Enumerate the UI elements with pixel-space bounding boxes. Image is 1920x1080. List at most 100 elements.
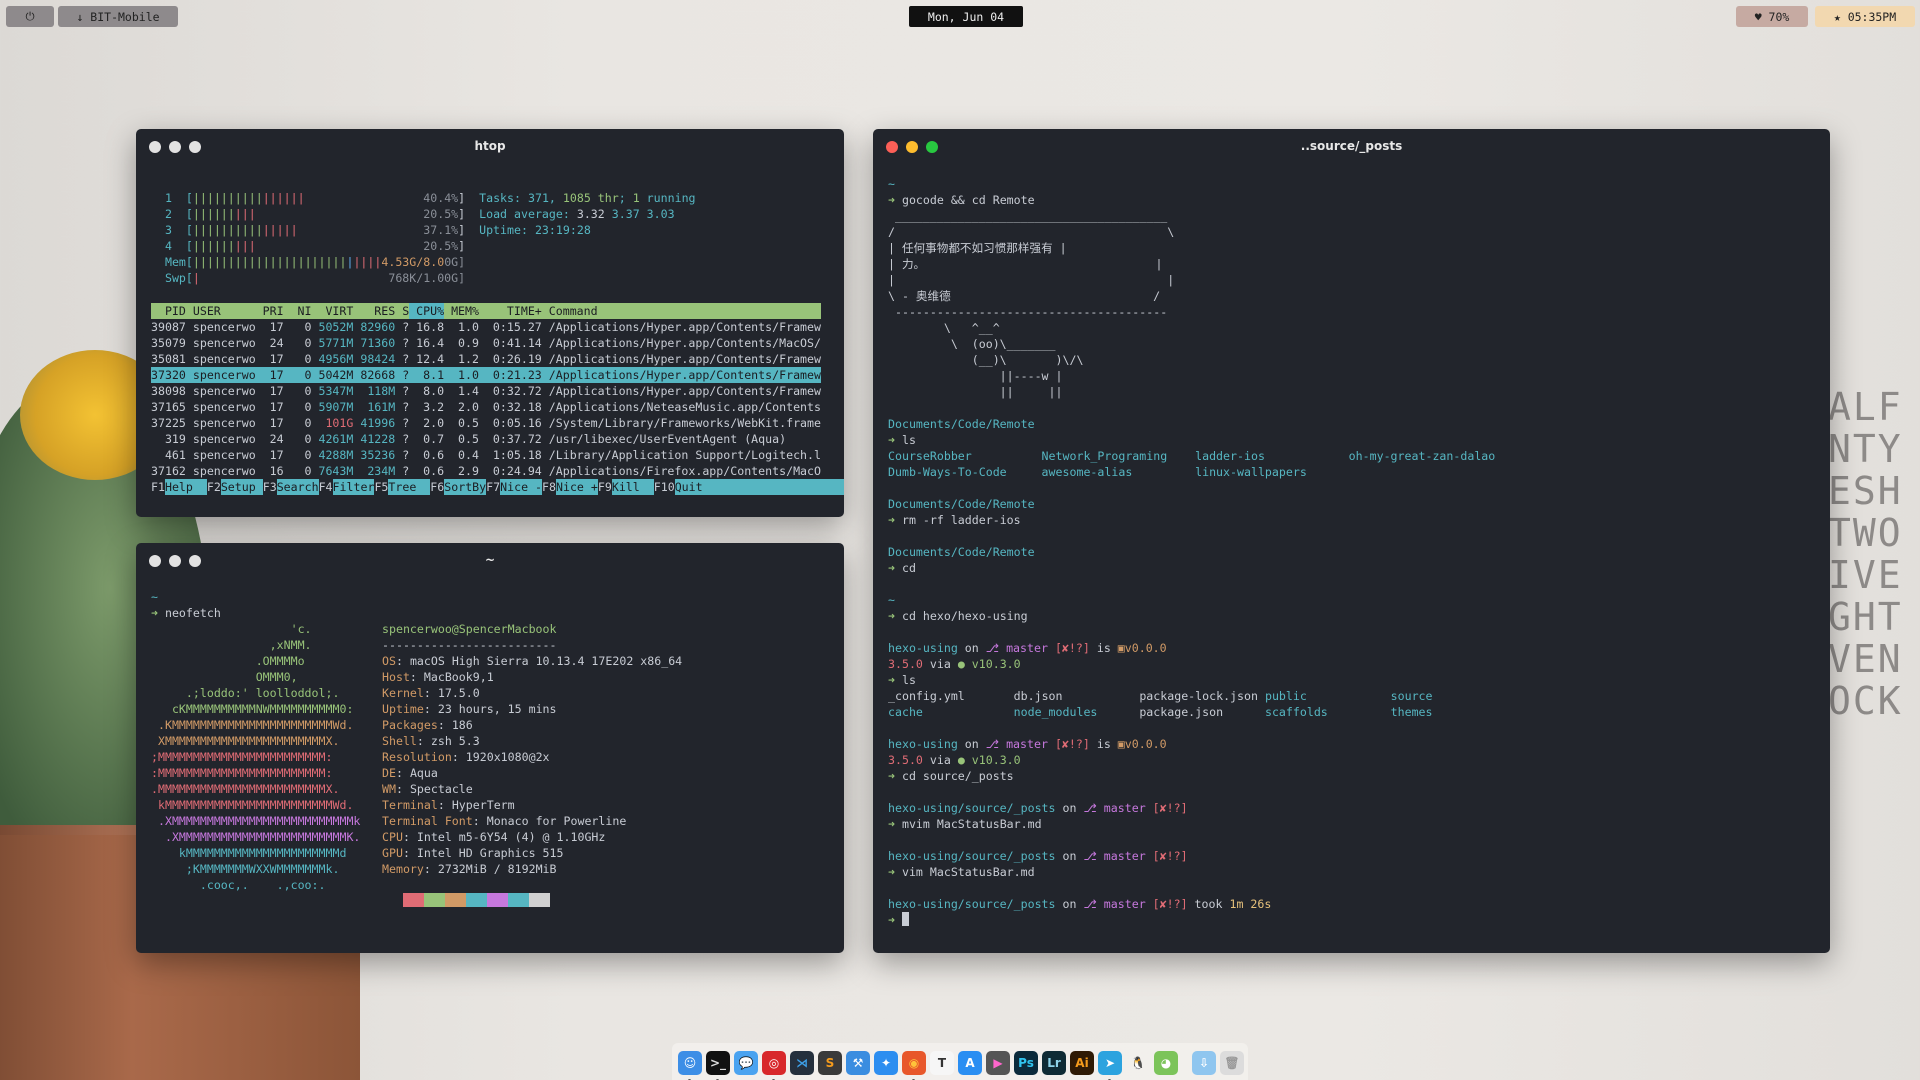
typora-icon[interactable]: T [930,1051,954,1075]
title-bar[interactable]: ~ [136,543,844,577]
cell-pri: 17 [269,320,284,334]
fkey-button-nice-[interactable]: F7Nice - [486,479,543,495]
separator: ------------------------- [382,638,557,652]
fkey-button-quit[interactable]: F10Quit [654,479,844,495]
terminal-window[interactable]: ..source/_posts ~ ➜ gocode && cd Remote _… [873,129,1830,953]
fkey-button-kill[interactable]: F9Kill [598,479,654,495]
window-title: ..source/_posts [1300,139,1403,153]
table-row[interactable]: 35081 spencerwo 17 0 4956M 98424? 12.4 1.2 0:26.… [151,351,832,367]
column-header-s[interactable]: S [395,303,409,319]
terminal-icon[interactable]: >_ [706,1051,730,1080]
column-header-mem[interactable]: MEM% [444,303,479,319]
messages-icon[interactable]: 💬 [734,1051,758,1075]
terminal-line: | | [888,272,1818,288]
table-row[interactable]: 37225 spencerwo 17 0 101G 41996? 2.0 0.5 0:05.16… [151,415,832,431]
cell-pid: 35081 [151,352,186,366]
terminal-line: hexo-using on ⎇ master [✘!?] is ▣v0.0.0 [888,640,1818,656]
cell-cpu: 12.4 [416,352,445,366]
cell-mem: 1.0 [458,368,479,382]
title-bar[interactable]: ..source/_posts [873,129,1830,163]
title-bar[interactable]: htop [136,129,844,163]
cell-cpu: 8.1 [423,368,445,382]
photoshop-icon[interactable]: Ps [1014,1051,1038,1075]
qq-icon[interactable]: 🐧 [1126,1051,1150,1075]
xcode-icon[interactable]: ⚒ [846,1051,870,1075]
app-store-icon[interactable]: A [958,1051,982,1075]
downloads-icon[interactable]: ⇩ [1192,1051,1216,1075]
column-header-pid[interactable]: PID [151,303,186,319]
fkey-button-nice-[interactable]: F8Nice + [542,479,598,495]
table-row[interactable]: 38098 spencerwo 17 0 5347M 118M? 8.0 1.4 0:32.72… [151,383,832,399]
text-segment: 40.4% [423,191,459,205]
text-segment: --------------------------------------- [888,305,1168,319]
fkey-button-search[interactable]: F3Search [263,479,319,495]
date-label: Mon, Jun 04 [927,9,1005,24]
vscode-icon[interactable]: ⋊ [790,1051,814,1075]
fkey-button-help[interactable]: F1Help [151,479,207,495]
fkey-button-setup[interactable]: F2Setup [207,479,263,495]
info-colon: : [437,798,452,812]
power-button[interactable]: ⏻ [6,6,54,27]
column-header-virt[interactable]: VIRT [312,303,353,319]
neofetch-window[interactable]: ~ ~ ➜ neofetch 'c. ,xNMM. .OMMMMo OMMM0, … [136,543,844,953]
info-row: Memory: 2732MiB / 8192MiB [382,861,832,877]
photoshop-glyph: Ps [1018,1056,1034,1070]
terminal-output[interactable]: ~ ➜ gocode && cd Remote _________________… [888,176,1818,928]
firefox-icon[interactable]: ◉ [902,1051,926,1080]
htop-window[interactable]: htop 1 [|||||||||||||||| 40.4%] Tasks: 3… [136,129,844,517]
text-segment: 1 [632,191,640,205]
column-header-pri[interactable]: PRI [256,303,284,319]
cell-user: spencerwo [192,416,256,430]
downloads-glyph: ⇩ [1198,1056,1210,1070]
column-header-ni[interactable]: NI [284,303,312,319]
sublime-text-icon[interactable]: S [818,1051,842,1075]
wifi-status[interactable]: ↓ BIT-Mobile [58,6,178,27]
wechat-icon[interactable]: ◕ [1154,1051,1178,1075]
table-row[interactable]: 461 spencerwo 17 0 4288M 35236? 0.6 0.4 1:05.18 /… [151,447,832,463]
table-row[interactable]: 319 spencerwo 24 0 4261M 41228? 0.7 0.5 0:37.72 /… [151,431,832,447]
fkey-button-tree[interactable]: F5Tree [374,479,431,495]
cell-cmd: /Applications/Firefox.app/Contents/MacO [548,464,821,478]
fkey-button-filter[interactable]: F4Filter [319,479,375,495]
terminal-line: CourseRobber Network_Programing ladder-i… [888,448,1818,464]
info-value: Intel m5-6Y54 (4) @ 1.10GHz [416,830,606,844]
meter-line: Swp[| 768K/1.00G] [151,270,832,286]
column-header-user[interactable]: USER [186,303,256,319]
finder-icon[interactable]: ☺ [678,1051,702,1080]
text-segment: [✘!?] [1047,737,1090,751]
table-row[interactable]: 39087 spencerwo 17 0 5052M 82960? 16.8 1.0 0:15.… [151,319,832,335]
cell-time: 0:21.23 [492,368,542,382]
table-row[interactable]: 37320 spencerwo 17 0 5042M 82668? 8.1 1.0 0:21.2… [151,367,822,383]
info-colon: : [423,702,438,716]
text-segment: ▣ [1117,737,1125,751]
final-cut-pro-icon[interactable]: ▶ [986,1051,1010,1075]
column-header-cmd[interactable]: Command [549,303,598,319]
column-header-res[interactable]: RES [353,303,395,319]
column-header-cpu[interactable]: CPU% [409,303,445,319]
trash-icon[interactable]: 🗑 [1220,1051,1244,1075]
lightroom-icon[interactable]: Lr [1042,1051,1066,1075]
info-row: Host: MacBook9,1 [382,669,832,685]
text-segment: cache [888,705,923,719]
cell-user: spencerwo [192,464,256,478]
illustrator-icon[interactable]: Ai [1070,1051,1094,1075]
cursor [901,912,909,926]
safari-icon[interactable]: ✦ [874,1051,898,1075]
table-row[interactable]: 37165 spencerwo 17 0 5907M 161M? 3.2 2.0 0:32.18… [151,399,832,415]
table-row[interactable]: 35079 spencerwo 24 0 5771M 71360? 16.4 0.9 0:41.… [151,335,832,351]
text-segment: 1 [ [151,191,193,205]
text-segment: | 力。 | [888,257,1163,271]
text-segment: 1085 thr [562,191,619,205]
telegram-icon[interactable]: ➤ [1098,1051,1122,1080]
text-segment: ⎇ master [1083,849,1146,863]
netease-music-icon[interactable]: ◎ [762,1051,786,1080]
cell-s: ? [402,320,410,334]
cell-mem: 0.4 [458,448,479,462]
cell-res: 35236 [360,448,396,462]
table-row[interactable]: 37162 spencerwo 16 0 7643M 234M? 0.6 2.9 0:24.94… [151,463,832,479]
cell-time: 0:26.19 [492,352,542,366]
process-table[interactable]: PID USER PRI NI VIRT RES S CPU% MEM% TIME+ Command… [151,303,844,495]
column-header-time[interactable]: TIME+ [479,303,542,319]
fkey-button-sortby[interactable]: F6SortBy [430,479,487,495]
